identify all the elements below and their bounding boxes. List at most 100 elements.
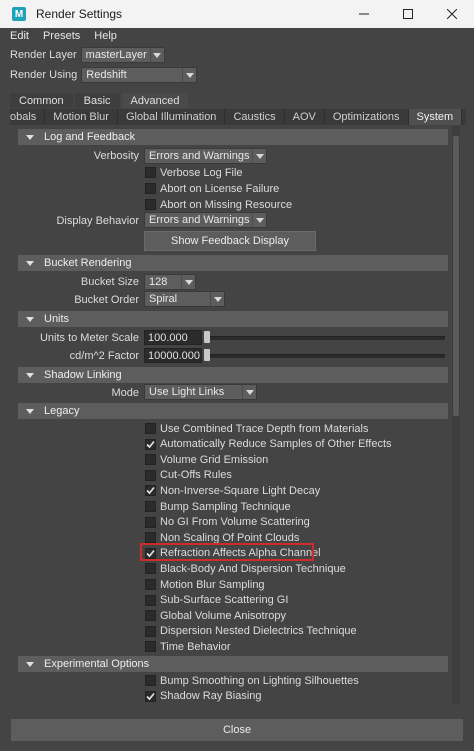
checkbox-label: Abort on Missing Resource: [160, 198, 293, 211]
legacy-option-row[interactable]: Bump Sampling Technique: [145, 499, 291, 514]
bucket-order-value: Spiral: [149, 293, 178, 305]
checkbox-checked[interactable]: [145, 690, 156, 702]
legacy-option-row[interactable]: Time Behavior: [145, 639, 231, 654]
tab-global-illumination[interactable]: Global Illumination: [118, 109, 226, 125]
legacy-option-row[interactable]: Sub-Surface Scattering GI: [145, 593, 288, 608]
render-using-row: Render Using Redshift: [10, 66, 198, 84]
checkbox[interactable]: [145, 641, 156, 653]
bucket-order-dropdown[interactable]: Spiral: [144, 291, 225, 307]
legacy-option-row[interactable]: Cut-Offs Rules: [145, 468, 232, 483]
cdm-factor-slider[interactable]: [206, 354, 445, 358]
checkbox[interactable]: [145, 594, 156, 606]
legacy-option-row[interactable]: Volume Grid Emission: [145, 452, 268, 467]
experimental-option-row[interactable]: Shadow Ray Biasing: [145, 689, 262, 704]
section-experimental-options[interactable]: Experimental Options: [18, 656, 448, 672]
check-icon: [146, 487, 155, 495]
section-log-feedback[interactable]: Log and Feedback: [18, 129, 448, 145]
section-title: Bucket Rendering: [44, 257, 132, 269]
checkbox[interactable]: [145, 675, 156, 686]
section-legacy[interactable]: Legacy: [18, 403, 448, 419]
maya-app-icon: M: [12, 7, 26, 21]
checkbox-label: Cut-Offs Rules: [160, 469, 232, 482]
checkbox[interactable]: [145, 610, 156, 622]
checkbox[interactable]: [145, 625, 156, 637]
checkbox[interactable]: [145, 516, 156, 528]
slider-handle[interactable]: [204, 349, 210, 361]
legacy-option-row[interactable]: Automatically Reduce Samples of Other Ef…: [145, 437, 392, 452]
bucket-size-dropdown[interactable]: 128: [144, 274, 196, 290]
scroll-thumb[interactable]: [453, 136, 459, 416]
verbosity-dropdown[interactable]: Errors and Warnings: [144, 148, 267, 164]
tab-optimizations[interactable]: Optimizations: [325, 109, 409, 125]
checkbox-checked[interactable]: [145, 438, 156, 450]
checkbox[interactable]: [145, 423, 156, 434]
slider-handle[interactable]: [204, 331, 210, 343]
show-feedback-display-button[interactable]: Show Feedback Display: [144, 231, 316, 251]
abort-missing-row[interactable]: Abort on Missing Resource: [145, 197, 292, 212]
tab-caustics[interactable]: Caustics: [225, 109, 285, 125]
tab-system[interactable]: System: [408, 109, 463, 125]
section-title: Experimental Options: [44, 658, 150, 670]
render-layer-value: masterLayer: [85, 49, 147, 61]
legacy-option-row[interactable]: Non-Inverse-Square Light Decay: [145, 483, 320, 498]
abort-license-row[interactable]: Abort on License Failure: [145, 181, 279, 196]
tab-common[interactable]: Common: [10, 93, 73, 108]
legacy-option-row[interactable]: Black-Body And Dispersion Technique: [145, 561, 346, 576]
display-behavior-label: Display Behavior: [56, 215, 139, 227]
window-title: Render Settings: [36, 7, 123, 21]
menu-edit[interactable]: Edit: [10, 30, 29, 42]
checkbox[interactable]: [145, 563, 156, 575]
minimize-icon: [359, 13, 369, 15]
chevron-down-icon: [149, 48, 164, 62]
checkbox[interactable]: [145, 532, 156, 544]
checkbox[interactable]: [145, 199, 156, 210]
menu-help[interactable]: Help: [94, 30, 117, 42]
section-shadow-linking[interactable]: Shadow Linking: [18, 367, 448, 383]
render-layer-dropdown[interactable]: masterLayer: [80, 47, 165, 63]
units-meter-label: Units to Meter Scale: [39, 332, 139, 344]
legacy-option-row[interactable]: Use Combined Trace Depth from Materials: [145, 421, 368, 436]
verbose-log-row[interactable]: Verbose Log File: [145, 165, 243, 180]
tab-globals[interactable]: obals: [10, 109, 46, 125]
close-window-button[interactable]: [430, 0, 474, 28]
checkbox[interactable]: [145, 183, 156, 194]
checkbox-label: Volume Grid Emission: [160, 453, 269, 466]
shadow-mode-dropdown[interactable]: Use Light Links: [144, 384, 257, 400]
checkbox-checked[interactable]: [145, 485, 156, 497]
maximize-icon: [403, 9, 413, 19]
units-meter-slider[interactable]: [206, 336, 445, 340]
render-using-dropdown[interactable]: Redshift: [81, 67, 198, 83]
display-behavior-dropdown[interactable]: Errors and Warnings: [144, 212, 267, 228]
section-bucket-rendering[interactable]: Bucket Rendering: [18, 255, 448, 271]
checkbox[interactable]: [145, 167, 156, 178]
legacy-option-row[interactable]: Motion Blur Sampling: [145, 577, 265, 592]
vertical-scrollbar[interactable]: [452, 126, 460, 704]
minimize-button[interactable]: [342, 0, 386, 28]
legacy-option-row[interactable]: No GI From Volume Scattering: [145, 515, 310, 530]
checkbox[interactable]: [145, 579, 156, 590]
checkbox[interactable]: [145, 454, 156, 466]
experimental-option-row[interactable]: Bump Smoothing on Lighting Silhouettes: [145, 673, 359, 688]
checkbox-label: Non Scaling Of Point Clouds: [160, 531, 300, 544]
section-units[interactable]: Units: [18, 311, 448, 327]
verbosity-value: Errors and Warnings: [149, 150, 250, 162]
check-icon: [146, 440, 155, 448]
units-meter-input[interactable]: 100.000: [144, 330, 202, 345]
legacy-option-row[interactable]: Dispersion Nested Dielectrics Technique: [145, 624, 357, 639]
close-button[interactable]: Close: [11, 719, 463, 741]
tab-basic[interactable]: Basic: [74, 93, 120, 108]
collapse-triangle-icon: [26, 316, 34, 322]
checkbox-label: Time Behavior: [160, 640, 231, 653]
checkbox[interactable]: [145, 501, 156, 512]
legacy-option-row[interactable]: Global Volume Anisotropy: [145, 608, 286, 623]
render-using-value: Redshift: [86, 69, 127, 81]
cdm-factor-input[interactable]: 10000.000: [144, 348, 202, 363]
tab-advanced[interactable]: Advanced: [121, 93, 189, 108]
collapse-triangle-icon: [26, 372, 34, 378]
maximize-button[interactable]: [386, 0, 430, 28]
tab-aov[interactable]: AOV: [285, 109, 325, 125]
checkbox-label: Bump Sampling Technique: [160, 500, 291, 513]
menu-presets[interactable]: Presets: [43, 30, 80, 42]
checkbox[interactable]: [145, 469, 156, 481]
tab-motion-blur[interactable]: Motion Blur: [45, 109, 118, 125]
